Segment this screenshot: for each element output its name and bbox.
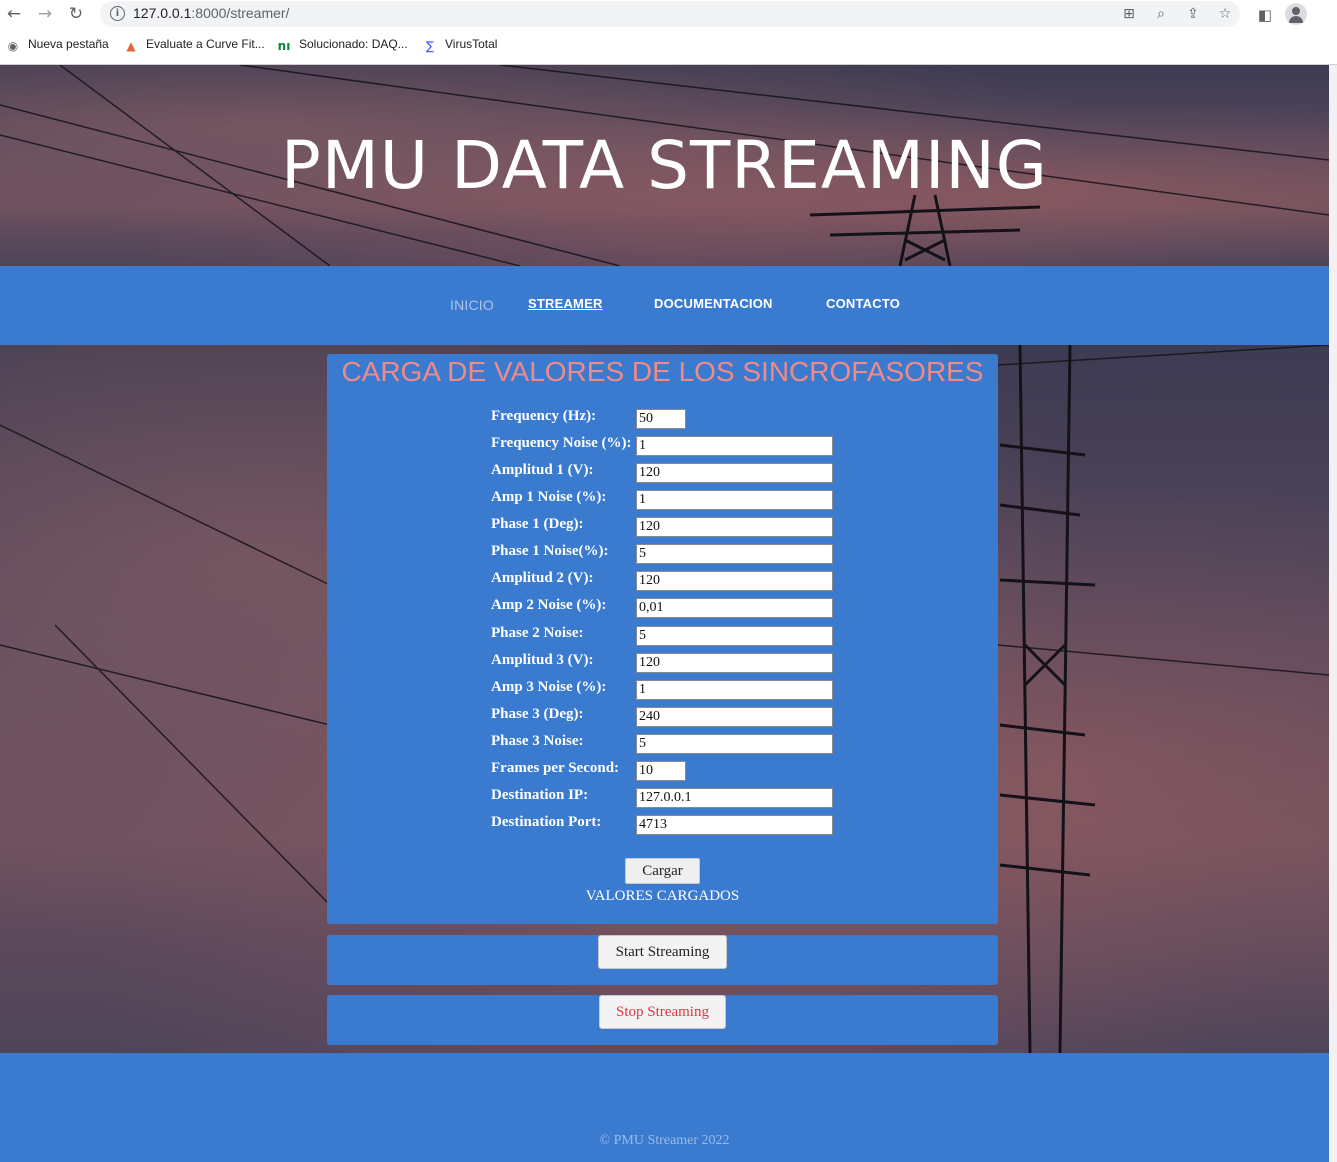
start-panel: Start Streaming bbox=[327, 935, 998, 985]
back-icon[interactable]: ← bbox=[2, 3, 26, 25]
field-label: Amplitud 2 (V): bbox=[491, 570, 594, 586]
frequency-noise-input[interactable] bbox=[636, 436, 833, 456]
amp-2-noise-input[interactable] bbox=[636, 598, 833, 618]
field-label: Amplitud 1 (V): bbox=[491, 462, 594, 478]
destination-ip-input[interactable] bbox=[636, 788, 833, 808]
bookmark-nueva-pestana[interactable]: ◉ Nueva pestaña bbox=[6, 37, 109, 53]
phase-3-noise-input[interactable] bbox=[636, 734, 833, 754]
nav-streamer[interactable]: STREAMER bbox=[528, 296, 603, 311]
form-title: CARGA DE VALORES DE LOS SINCROFASORES bbox=[341, 356, 984, 387]
field-label: Phase 2 Noise: bbox=[491, 625, 584, 641]
translate-icon[interactable]: ⊞ bbox=[1118, 4, 1140, 24]
field-label: Destination Port: bbox=[491, 814, 602, 830]
amplitud-1-input[interactable] bbox=[636, 463, 833, 483]
field-label: Phase 1 Noise(%): bbox=[491, 543, 609, 559]
stop-panel: Stop Streaming bbox=[327, 995, 998, 1045]
phase-1-input[interactable] bbox=[636, 517, 833, 537]
info-icon[interactable]: i bbox=[110, 6, 125, 21]
stop-streaming-button[interactable]: Stop Streaming bbox=[599, 995, 726, 1029]
url-text: 127.0.0.1:8000/streamer/ bbox=[133, 5, 290, 21]
bookmark-virustotal[interactable]: ∑ VirusTotal bbox=[423, 37, 498, 53]
phase-3-input[interactable] bbox=[636, 707, 833, 727]
start-streaming-button[interactable]: Start Streaming bbox=[598, 935, 727, 969]
bookmarks-bar: ◉ Nueva pestaña ▲ Evaluate a Curve Fit... … bbox=[0, 34, 1337, 58]
amp-1-noise-input[interactable] bbox=[636, 490, 833, 510]
field-label: Amp 3 Noise (%): bbox=[491, 679, 607, 695]
cargar-button[interactable]: Cargar bbox=[625, 858, 700, 884]
page-scrollbar[interactable] bbox=[1329, 65, 1337, 1162]
reload-icon[interactable]: ↻ bbox=[64, 3, 88, 25]
field-label: Phase 1 (Deg): bbox=[491, 516, 584, 532]
field-label: Phase 3 Noise: bbox=[491, 733, 584, 749]
nav-documentacion[interactable]: DOCUMENTACION bbox=[654, 296, 773, 311]
destination-port-input[interactable] bbox=[636, 815, 833, 835]
hero-background: PMU DATA STREAMING bbox=[0, 65, 1329, 266]
ni-icon: nı bbox=[277, 39, 291, 53]
profile-avatar[interactable] bbox=[1285, 3, 1307, 25]
side-panel-icon[interactable]: ◧ bbox=[1254, 4, 1276, 26]
virustotal-icon: ∑ bbox=[425, 39, 435, 53]
phase-2-noise-input[interactable] bbox=[636, 626, 833, 646]
bookmark-star-icon[interactable]: ☆ bbox=[1214, 4, 1236, 24]
amplitud-2-input[interactable] bbox=[636, 571, 833, 591]
browser-chrome: ← → ↻ i 127.0.0.1:8000/streamer/ ⊞ ⌕ ⇪ ☆… bbox=[0, 0, 1337, 65]
field-label: Amp 2 Noise (%): bbox=[491, 597, 607, 613]
forward-icon[interactable]: → bbox=[33, 3, 57, 25]
frames-per-second-input[interactable] bbox=[636, 761, 686, 781]
field-label: Frequency (Hz): bbox=[491, 408, 597, 424]
field-label: Destination IP: bbox=[491, 787, 589, 803]
status-message: VALORES CARGADOS bbox=[585, 888, 740, 904]
phase-1-noise-input[interactable] bbox=[636, 544, 833, 564]
form-panel: CARGA DE VALORES DE LOS SINCROFASORES Fr… bbox=[327, 354, 998, 924]
field-label: Frames per Second: bbox=[491, 760, 620, 776]
bookmark-daq[interactable]: nı Solucionado: DAQ... bbox=[277, 37, 408, 53]
address-bar[interactable]: i 127.0.0.1:8000/streamer/ ⊞ ⌕ ⇪ ☆ bbox=[100, 1, 1240, 27]
main-nav: INICIO STREAMER DOCUMENTACION CONTACTO bbox=[0, 266, 1329, 345]
field-label: Phase 3 (Deg): bbox=[491, 706, 584, 722]
bookmark-curve-fit[interactable]: ▲ Evaluate a Curve Fit... bbox=[124, 37, 264, 53]
page: PMU DATA STREAMING INICIO STREAMER DOCUM… bbox=[0, 65, 1329, 1162]
page-title: PMU DATA STREAMING bbox=[281, 127, 1048, 204]
nav-contacto[interactable]: CONTACTO bbox=[826, 296, 900, 311]
footer-copyright: © PMU Streamer 2022 bbox=[599, 1133, 730, 1148]
amplitud-3-input[interactable] bbox=[636, 653, 833, 673]
matlab-icon: ▲ bbox=[126, 39, 136, 53]
field-label: Amplitud 3 (V): bbox=[491, 652, 594, 668]
globe-icon: ◉ bbox=[7, 39, 19, 53]
field-label: Frequency Noise (%): bbox=[491, 435, 632, 451]
amp-3-noise-input[interactable] bbox=[636, 680, 833, 700]
share-icon[interactable]: ⇪ bbox=[1182, 4, 1204, 24]
nav-inicio[interactable]: INICIO bbox=[450, 297, 494, 313]
browser-toolbar: ← → ↻ i 127.0.0.1:8000/streamer/ ⊞ ⌕ ⇪ ☆… bbox=[0, 0, 1337, 30]
field-label: Amp 1 Noise (%): bbox=[491, 489, 607, 505]
zoom-icon[interactable]: ⌕ bbox=[1150, 4, 1172, 24]
frequency-input[interactable] bbox=[636, 409, 686, 429]
